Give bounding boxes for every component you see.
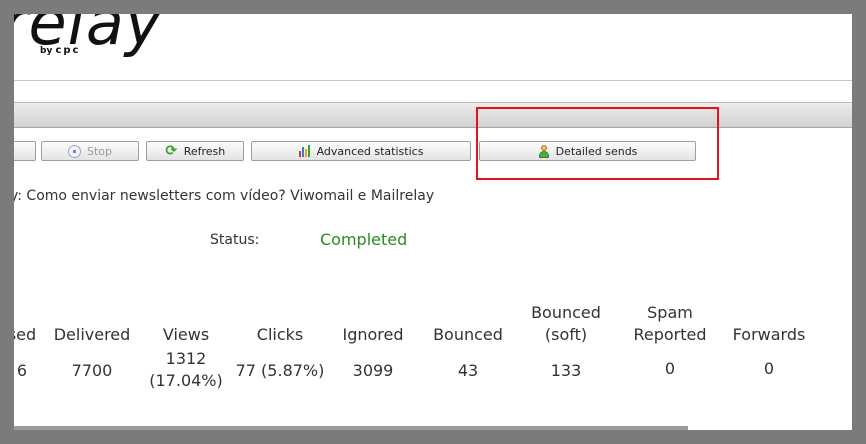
stop-button[interactable]: Stop <box>41 141 139 161</box>
stats-header-cell: Views <box>162 325 210 344</box>
partial-button[interactable] <box>14 141 36 161</box>
stop-icon <box>67 144 81 158</box>
advanced-statistics-button[interactable]: Advanced statistics <box>251 141 471 161</box>
stats-header-cell: Bounced (soft) <box>531 303 601 344</box>
stats-value-cell: 1312 (17.04%) <box>149 349 223 390</box>
stats-value-cell: 7700 <box>71 361 113 380</box>
refresh-icon: ⟳ <box>165 142 178 159</box>
highlight-box <box>476 107 719 180</box>
refresh-button[interactable]: ⟳ Refresh <box>146 141 244 161</box>
campaign-title: y: Como enviar newsletters com vídeo? Vi… <box>14 188 435 204</box>
stats-value-cell: 0 <box>664 359 676 378</box>
stats-header-cell: Bounced <box>433 325 503 344</box>
header-divider <box>14 80 852 81</box>
stop-button-label: Stop <box>86 144 112 158</box>
advanced-statistics-button-label: Advanced statistics <box>316 144 424 158</box>
stats-value-cell: 133 <box>550 361 582 380</box>
horizontal-scrollbar[interactable] <box>14 426 688 430</box>
stats-header-cell: Delivered <box>53 325 131 344</box>
status-value: Completed <box>320 230 408 249</box>
stats-header-cell: Ignored <box>342 325 404 344</box>
logo: relay <box>14 14 163 59</box>
stats-value-cell: 3099 <box>352 361 394 380</box>
stats-header-cell: Forwards <box>732 325 806 344</box>
refresh-button-label: Refresh <box>183 144 226 158</box>
stats-header-cell: Spam Reported <box>633 303 707 344</box>
status-label: Status: <box>210 232 260 248</box>
stats-value-cell: 0 <box>763 359 775 378</box>
logo-subtitle: by cpc <box>40 45 81 56</box>
stats-value-cell: 77 (5.87%) <box>235 361 325 380</box>
nav-bar <box>14 102 852 128</box>
page: relay by cpc Stop ⟳ Refresh Advanced sta… <box>14 14 852 430</box>
stats-header-cell: Clicks <box>256 325 304 344</box>
stats-value-cell: 43 <box>457 361 479 380</box>
bar-chart-icon <box>298 145 311 157</box>
